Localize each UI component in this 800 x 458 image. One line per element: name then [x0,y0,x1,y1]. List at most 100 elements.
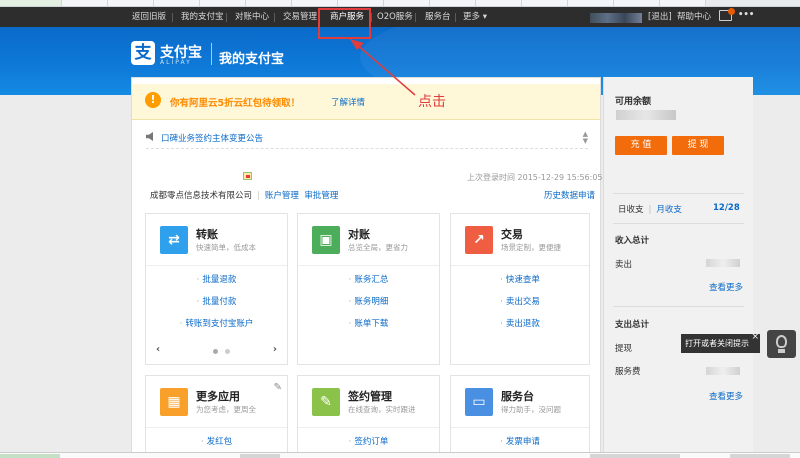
withdraw-button[interactable]: 提 现 [672,136,724,155]
nav-service-desk[interactable]: 服务台 [425,10,451,22]
browser-tab[interactable] [430,0,476,6]
browser-tab[interactable] [62,0,108,6]
nav-trade-management[interactable]: 交易管理 [283,10,317,22]
taskbar-item[interactable] [0,454,60,458]
service-desk-icon[interactable]: ▭ [465,388,493,416]
close-icon[interactable]: × [751,328,759,347]
taskbar-item[interactable] [240,454,280,458]
card-title[interactable]: 对账 [348,226,370,242]
browser-tab[interactable] [614,0,660,6]
company-info-row: 成都零点信息技术有限公司 | 账户管理 审批管理 [150,189,338,201]
carousel-dot[interactable] [225,349,230,354]
logout-link[interactable]: [退出] [648,10,672,22]
card-title[interactable]: 更多应用 [196,388,240,404]
income-view-more-link[interactable]: 查看更多 [709,281,743,293]
quick-order-query-link[interactable]: 快速查单 [451,272,589,294]
bill-download-link[interactable]: 账单下载 [298,316,439,338]
mail-icon[interactable] [719,8,735,21]
account-manage-link[interactable]: 账户管理 [265,191,299,201]
card-subtitle: 总览全局，更省力 [348,243,408,252]
tab-monthly[interactable]: 月收支 [656,205,682,215]
browser-tab[interactable] [384,0,430,6]
browser-tab[interactable] [0,0,62,6]
browser-tab[interactable] [476,0,522,6]
scroll-arrows-icon[interactable]: ▲ ▼ [583,131,588,145]
divider [613,193,744,194]
nav-separator [455,13,456,22]
nav-my-alipay[interactable]: 我的支付宝 [181,10,224,22]
annotation-callout-text: 点击 [418,94,446,110]
batch-refund-link[interactable]: 批量退款 [146,272,287,294]
card-title[interactable]: 转账 [196,226,218,242]
expense-view-more-link[interactable]: 查看更多 [709,390,743,402]
audit-manage-link[interactable]: 审批管理 [304,191,338,201]
card-title[interactable]: 服务台 [501,388,534,404]
taskbar-item[interactable] [730,454,790,458]
available-balance-title: 可用余额 [615,97,652,107]
expense-value-blurred [706,367,740,375]
card-title[interactable]: 签约管理 [348,388,392,404]
card-title[interactable]: 交易 [501,226,523,242]
tips-toggle-button[interactable] [767,330,796,358]
trade-icon[interactable]: ↗ [465,226,493,254]
browser-tab[interactable] [154,0,200,6]
promo-details-link[interactable]: 了解详情 [331,96,365,108]
browser-tab[interactable] [660,0,706,6]
transfer-icon[interactable]: ⇄ [160,226,188,254]
browser-tab[interactable] [568,0,614,6]
account-detail-link[interactable]: 账务明细 [298,294,439,316]
sales-refund-link[interactable]: 卖出退款 [451,316,589,338]
top-navigation-bar: 返回旧版 我的支付宝 对账中心 交易管理 商户服务 O2O服务 服务台 更多 ▾… [0,7,800,27]
sales-trade-link[interactable]: 卖出交易 [451,294,589,316]
nav-more-menu[interactable]: 更多 ▾ [463,10,487,22]
history-data-link[interactable]: 历史数据申请 [544,189,595,201]
divider [451,427,589,428]
divider [146,427,287,428]
highlight-box [318,8,371,39]
divider [298,265,439,266]
card-links: 批量退款 批量付款 转账到支付宝账户 [146,272,287,338]
promo-notice-text: 你有阿里云5折云红包待领取！ [170,98,301,109]
chevron-down-icon: ▾ [480,12,487,22]
card-carousel-nav: ‹ › [156,344,277,356]
nav-separator [226,13,227,22]
recharge-button[interactable]: 充 值 [615,136,667,155]
transfer-to-account-link[interactable]: 转账到支付宝账户 [146,316,287,338]
pencil-icon[interactable]: ✎ [274,382,282,393]
tips-tooltip: 打开或者关闭提示 × [681,332,760,353]
income-sales-label: 卖出 [615,260,633,270]
taskbar-item[interactable] [590,454,680,458]
username-blurred [590,13,642,23]
nav-reconcile-center[interactable]: 对账中心 [235,10,269,22]
apps-grid-icon[interactable]: ▦ [160,388,188,416]
nav-separator [415,13,416,22]
divider [146,265,287,266]
batch-payment-link[interactable]: 批量付款 [146,294,287,316]
browser-tab[interactable] [522,0,568,6]
browser-tab[interactable] [246,0,292,6]
carousel-dot[interactable] [213,349,218,354]
transfer-card: ⇄ 转账 快速简单，低成本 批量退款 批量付款 转账到支付宝账户 ‹ › [145,213,288,365]
browser-tab[interactable] [108,0,154,6]
nav-o2o-services[interactable]: O2O服务 [377,10,413,22]
balance-amount-blurred [616,110,676,120]
stats-date[interactable]: 12/28 [713,203,740,213]
more-dots-icon[interactable]: ••• [738,10,754,20]
contract-icon[interactable]: ✎ [312,388,340,416]
divider [613,306,744,307]
divider [298,427,439,428]
nav-back-old-version[interactable]: 返回旧版 [132,10,166,22]
chevron-left-icon[interactable]: ‹ [156,344,160,355]
alipay-logo-icon[interactable]: 支 [131,41,155,65]
tab-daily[interactable]: 日收支 [618,205,644,215]
help-center-link[interactable]: 帮助中心 [677,10,711,22]
reconcile-icon[interactable]: ▣ [312,226,340,254]
announcement-bar: 口碑业务签约主体变更公告 ▲ ▼ [146,131,588,149]
browser-tab[interactable] [292,0,338,6]
card-subtitle: 场景定制，更便捷 [501,243,561,252]
account-summary-link[interactable]: 账务汇总 [298,272,439,294]
announcement-link[interactable]: 口碑业务签约主体变更公告 [161,132,263,144]
browser-tab[interactable] [338,0,384,6]
browser-tab[interactable] [200,0,246,6]
chevron-right-icon[interactable]: › [273,344,277,355]
